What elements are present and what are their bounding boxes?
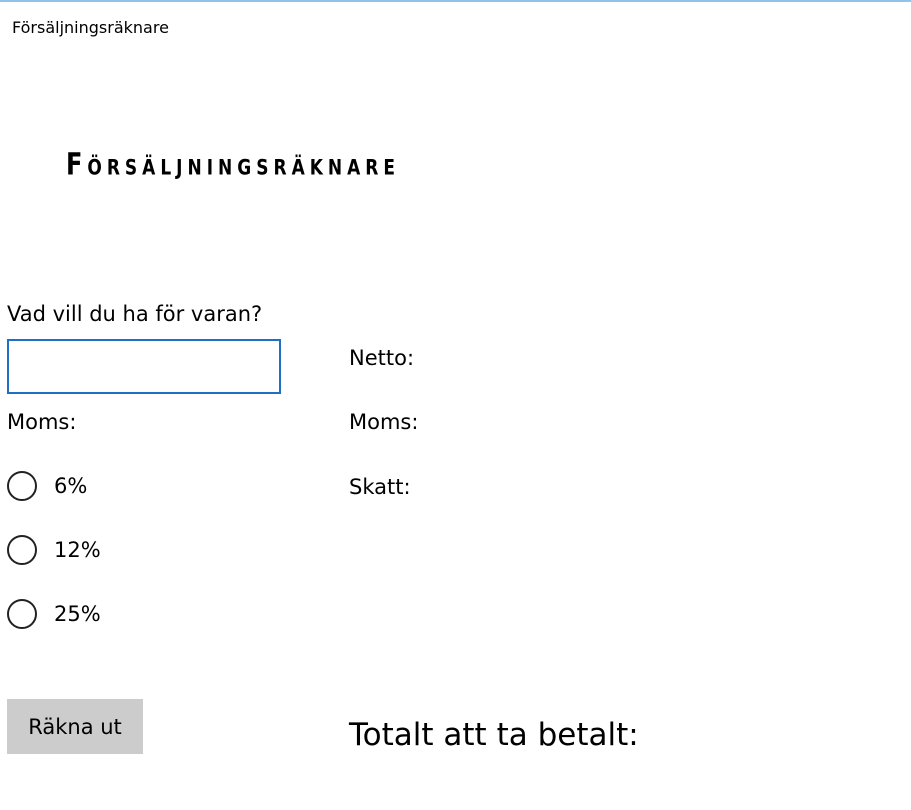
radio-circle-icon[interactable] [7,471,37,501]
vat-result-label: Moms: [349,410,419,434]
page-title: Försäljningsräknare [66,147,400,182]
vat-option-label: 12% [54,538,101,562]
radio-circle-icon[interactable] [7,599,37,629]
calculate-button[interactable]: Räkna ut [7,699,143,754]
price-question-label: Vad vill du ha för varan? [7,302,263,326]
vat-option-25[interactable]: 25% [7,597,101,631]
radio-circle-icon[interactable] [7,535,37,565]
app-window: Försäljningsräknare Försäljningsräknare … [0,0,911,810]
total-label: Totalt att ta betalt: [349,717,639,753]
vat-option-6[interactable]: 6% [7,469,87,503]
window-title: Försäljningsräknare [12,18,169,37]
tax-result-label: Skatt: [349,475,411,499]
vat-option-12[interactable]: 12% [7,533,101,567]
price-input[interactable] [7,339,281,394]
vat-label: Moms: [7,410,77,434]
vat-option-label: 6% [54,474,88,498]
vat-option-label: 25% [54,602,101,626]
net-result-label: Netto: [349,346,415,370]
